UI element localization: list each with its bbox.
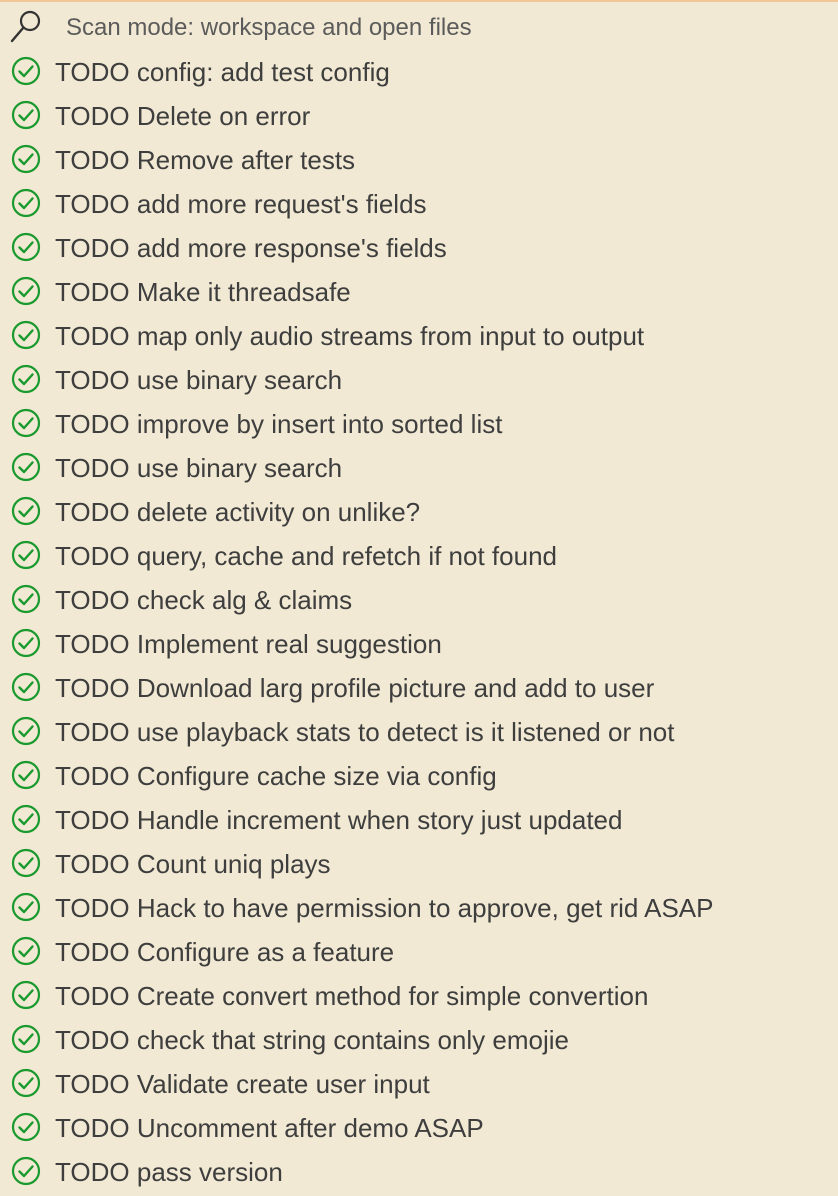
todo-label: TODO Make it threadsafe: [55, 277, 351, 307]
todo-item[interactable]: TODO Configure cache size via config: [0, 753, 838, 797]
todo-label: TODO use playback stats to detect is it …: [55, 717, 675, 747]
todo-item[interactable]: TODO delete activity on unlike?: [0, 489, 838, 533]
check-circle-icon: [11, 760, 41, 790]
todo-item[interactable]: TODO Validate create user input: [0, 1061, 838, 1105]
todo-label: TODO delete activity on unlike?: [55, 497, 421, 527]
check-circle-icon: [11, 936, 41, 966]
todo-item[interactable]: TODO Configure as a feature: [0, 929, 838, 973]
todo-item[interactable]: TODO Make it threadsafe: [0, 269, 838, 313]
todo-item[interactable]: TODO query, cache and refetch if not fou…: [0, 533, 838, 577]
todo-label: TODO add more request's fields: [55, 189, 427, 219]
todo-panel: Scan mode: workspace and open files TODO…: [0, 0, 838, 1196]
check-circle-icon: [11, 188, 41, 218]
todo-label: TODO Configure as a feature: [55, 937, 395, 967]
todo-label: TODO Hack to have permission to approve,…: [55, 893, 714, 923]
todo-item[interactable]: TODO check alg & claims: [0, 577, 838, 621]
todo-item[interactable]: TODO Remove after tests: [0, 137, 838, 181]
check-circle-icon: [11, 496, 41, 526]
todo-item[interactable]: TODO Uncomment after demo ASAP: [0, 1105, 838, 1149]
check-circle-icon: [11, 1024, 41, 1054]
todo-label: TODO Handle increment when story just up…: [55, 805, 623, 835]
todo-label: TODO pass version: [55, 1157, 283, 1187]
check-circle-icon: [11, 232, 41, 262]
todo-label: TODO config: add test config: [55, 57, 390, 87]
check-circle-icon: [11, 1156, 41, 1186]
check-circle-icon: [11, 1112, 41, 1142]
todo-label: TODO use binary search: [55, 365, 343, 395]
check-circle-icon: [11, 320, 41, 350]
todo-label: TODO Download larg profile picture and a…: [55, 673, 655, 703]
check-circle-icon: [11, 804, 41, 834]
todo-label: TODO Validate create user input: [55, 1069, 430, 1099]
search-icon: [10, 10, 41, 43]
todo-item[interactable]: TODO Create convert method for simple co…: [0, 973, 838, 1017]
todo-label: TODO Delete on error: [55, 101, 311, 131]
todo-item[interactable]: TODO Count uniq plays: [0, 841, 838, 885]
scan-mode-label: Scan mode: workspace and open files: [66, 14, 472, 41]
check-circle-icon: [11, 628, 41, 658]
todo-label: TODO check that string contains only emo…: [55, 1025, 569, 1055]
todo-item[interactable]: TODO Implement real suggestion: [0, 621, 838, 665]
check-circle-icon: [11, 364, 41, 394]
scan-mode-row[interactable]: Scan mode: workspace and open files: [0, 4, 838, 48]
todo-item[interactable]: TODO use binary search: [0, 357, 838, 401]
check-circle-icon: [11, 1068, 41, 1098]
todo-label: TODO query, cache and refetch if not fou…: [55, 541, 557, 571]
todo-label: TODO map only audio streams from input t…: [55, 321, 645, 351]
todo-item[interactable]: TODO config: add test config: [0, 49, 838, 93]
todo-label: TODO Remove after tests: [55, 145, 356, 175]
check-circle-icon: [11, 716, 41, 746]
check-circle-icon: [11, 980, 41, 1010]
todo-label: TODO improve by insert into sorted list: [55, 409, 503, 439]
check-circle-icon: [11, 408, 41, 438]
check-circle-icon: [11, 672, 41, 702]
check-circle-icon: [11, 848, 41, 878]
todo-item[interactable]: TODO Handle increment when story just up…: [0, 797, 838, 841]
check-circle-icon: [11, 540, 41, 570]
todo-item[interactable]: TODO map only audio streams from input t…: [0, 313, 838, 357]
todo-label: TODO use binary search: [55, 453, 343, 483]
todo-item[interactable]: TODO improve by insert into sorted list: [0, 401, 838, 445]
todo-item[interactable]: TODO Hack to have permission to approve,…: [0, 885, 838, 929]
todo-item[interactable]: TODO check that string contains only emo…: [0, 1017, 838, 1061]
todo-item[interactable]: TODO Download larg profile picture and a…: [0, 665, 838, 709]
todo-item[interactable]: TODO add more request's fields: [0, 181, 838, 225]
todo-label: TODO Uncomment after demo ASAP: [55, 1113, 484, 1143]
check-circle-icon: [11, 100, 41, 130]
check-circle-icon: [11, 144, 41, 174]
todo-label: TODO Count uniq plays: [55, 849, 331, 879]
todo-label: TODO Create convert method for simple co…: [55, 981, 649, 1011]
todo-list: TODO config: add test config TODO Delete…: [0, 49, 838, 1193]
todo-item[interactable]: TODO pass version: [0, 1149, 838, 1193]
check-circle-icon: [11, 276, 41, 306]
check-circle-icon: [11, 56, 41, 86]
todo-item[interactable]: TODO use binary search: [0, 445, 838, 489]
check-circle-icon: [11, 452, 41, 482]
todo-label: TODO check alg & claims: [55, 585, 353, 615]
check-circle-icon: [11, 892, 41, 922]
check-circle-icon: [11, 584, 41, 614]
todo-label: TODO Implement real suggestion: [55, 629, 442, 659]
todo-label: TODO Configure cache size via config: [55, 761, 497, 791]
todo-item[interactable]: TODO add more response's fields: [0, 225, 838, 269]
todo-item[interactable]: TODO use playback stats to detect is it …: [0, 709, 838, 753]
todo-item[interactable]: TODO Delete on error: [0, 93, 838, 137]
todo-label: TODO add more response's fields: [55, 233, 447, 263]
